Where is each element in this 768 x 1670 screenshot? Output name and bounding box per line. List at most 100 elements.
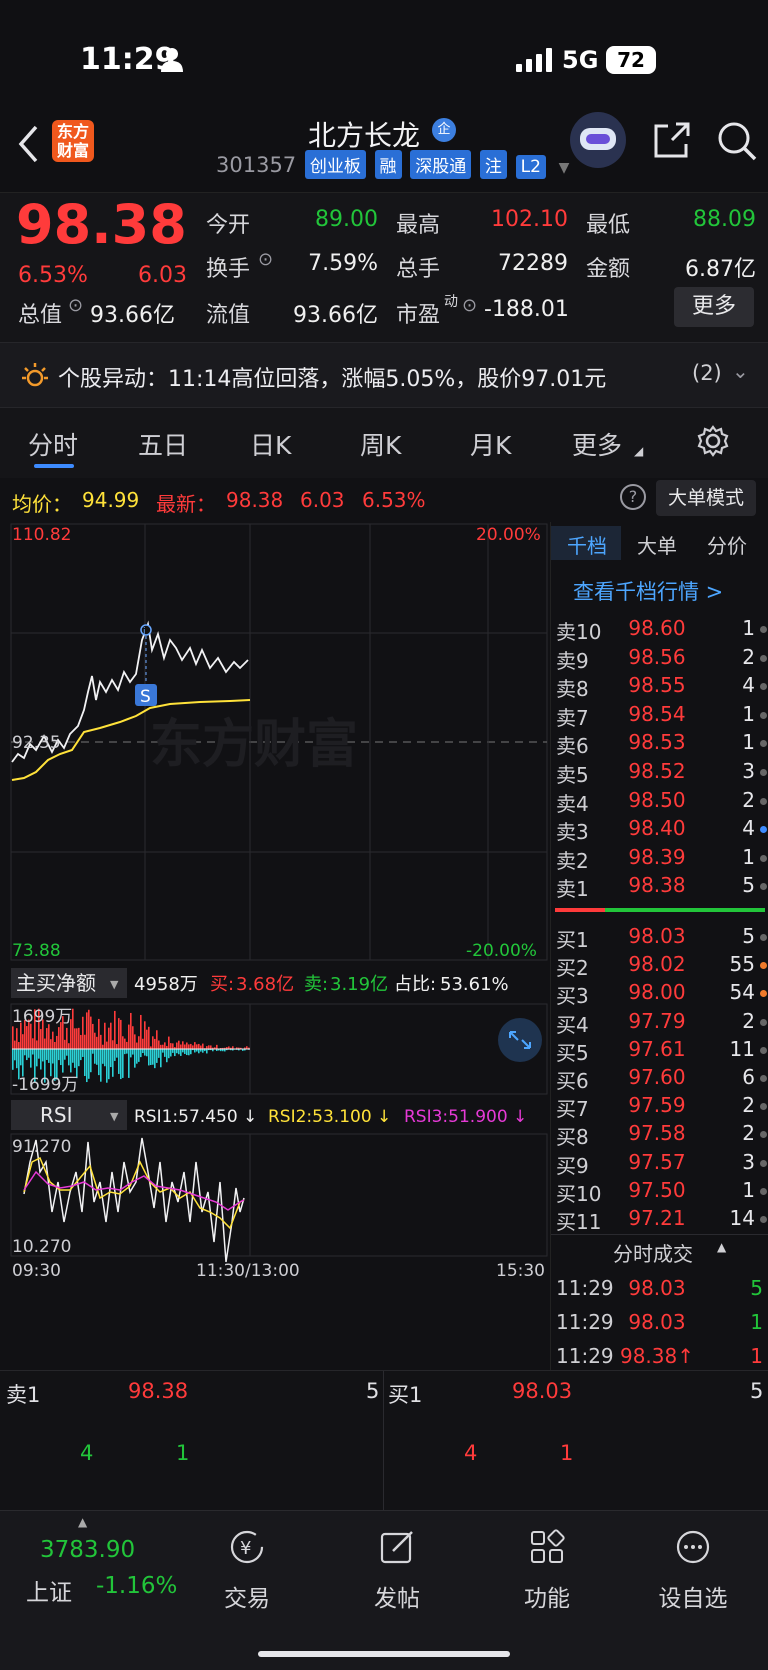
more-button[interactable]: 更多 [674,287,754,327]
flow-bar-up [64,1039,66,1049]
bid-price: 97.58 [628,1121,686,1146]
orderbook-tab-big[interactable]: 大单 [637,530,677,559]
settings-gear-icon[interactable] [696,424,730,458]
search-icon[interactable] [716,120,758,162]
view-depth-link[interactable]: 查看千档行情 > [573,576,723,606]
flow-bar-up [102,1044,104,1049]
pe-info-icon[interactable]: ⊙ [462,295,477,316]
tab-weekly-k[interactable]: 周K [360,426,401,462]
flow-bar-up [146,1029,148,1049]
ask-row[interactable]: 卖6 98.53 1 [551,730,768,758]
bid-dot-icon [760,990,767,998]
ticks-caret-icon[interactable]: ▲ [717,1240,726,1254]
flow-bar-down [122,1049,124,1078]
low-label: 最低 [586,213,631,238]
tab-intraday[interactable]: 分时 [28,426,78,462]
flow-bar-up [16,1028,18,1049]
ask-row[interactable]: 卖4 98.50 2 [551,788,768,816]
bid-row[interactable]: 买6 97.60 6 [551,1065,768,1093]
tab-more[interactable]: 更多 [572,426,622,462]
bid-row[interactable]: 买10 97.50 1 [551,1178,768,1206]
bid-volume: 14 [729,1206,755,1230]
tab-daily-k[interactable]: 日K [250,426,291,462]
bid-price: 98.00 [628,980,686,1005]
change-amount: 6.03 [138,263,187,288]
help-icon[interactable]: ? [620,484,646,510]
bid-row[interactable]: 买1 98.03 5 [551,924,768,952]
intraday-chart-svg[interactable]: 东方财富 i S 110.82 92.35 73.88 20.00% -20.0… [0,522,550,1370]
flow-bar-up [40,1029,42,1049]
nav-trade[interactable]: ¥ 交易 [172,1511,322,1631]
flow-bar-up [160,1044,162,1049]
orderbook-tab-price[interactable]: 分价 [707,530,747,559]
bid-row[interactable]: 买9 97.57 3 [551,1150,768,1178]
flow-bar-down [68,1049,70,1066]
flow-bar-up [96,1036,98,1049]
tags-dropdown-icon[interactable]: ▼ [559,160,570,176]
abnormal-alert-bar[interactable]: 个股异动：11:14高位回落，涨幅5.05%，股价97.01元 (2) ⌄ [0,342,768,408]
mcap-info-icon[interactable]: ⊙ [68,295,83,316]
flow-bar-up [90,1016,92,1049]
flow-bar-up [46,1028,48,1049]
turnover-info-icon[interactable]: ⊙ [258,249,273,270]
flow-bar-up [88,1009,90,1049]
tab-monthly-k[interactable]: 月K [470,426,511,462]
flow-bar-up [164,1042,166,1049]
ask-price: 98.38 [628,873,686,898]
bid-row[interactable]: 买11 97.21 14 [551,1206,768,1234]
tick-price: 98.03 [628,1276,686,1300]
flow-bar-down [22,1049,24,1077]
index-caret-icon: ▲ [78,1515,88,1529]
float-value: 93.66亿 [293,303,378,328]
ask-row[interactable]: 卖7 98.54 1 [551,702,768,730]
latest-change: 6.03 [300,488,345,512]
ask-row[interactable]: 卖1 98.38 5 [551,873,768,901]
tab-5day[interactable]: 五日 [138,426,188,462]
ask-row[interactable]: 卖9 98.56 2 [551,645,768,673]
ask-row[interactable]: 卖10 98.60 1 [551,616,768,644]
ticks-divider [551,1234,768,1235]
flow-bar-up [130,1012,132,1049]
expand-icon[interactable] [498,1018,542,1062]
bid-row[interactable]: 买7 97.59 2 [551,1093,768,1121]
ask-row[interactable]: 卖5 98.52 3 [551,759,768,787]
flow-bar-down [118,1049,120,1074]
bid-row[interactable]: 买5 97.61 11 [551,1037,768,1065]
alert-text: 个股异动：11:14高位回落，涨幅5.05%，股价97.01元 [58,367,607,392]
nav-watchlist[interactable]: 设自选 [618,1511,768,1631]
float-label: 流值 [206,303,251,328]
nav-functions[interactable]: 功能 [472,1511,622,1631]
bid-dot-icon [760,1131,767,1139]
nav-post-label: 发帖 [374,1586,420,1612]
flow-bar-up [158,1040,160,1049]
time-axis-midday: 11:30/13:00 [196,1261,300,1281]
flow-bar-down [20,1049,22,1066]
ask-dot-icon [760,854,767,862]
ask-row[interactable]: 卖8 98.55 4 [551,673,768,701]
orderbook-tab-depth[interactable]: 千档 [567,530,607,559]
ask-row[interactable]: 卖2 98.39 1 [551,845,768,873]
bid-label: 买10 [556,1181,602,1206]
index-value: 3783.90 [40,1537,136,1563]
bid-row[interactable]: 买4 97.79 2 [551,1009,768,1037]
share-icon[interactable] [652,120,692,160]
bid-row[interactable]: 买3 98.00 54 [551,980,768,1008]
flow-bar-down [80,1049,82,1061]
flow-bar-down [182,1049,184,1053]
app-logo[interactable]: 东方 财富 [52,120,94,162]
bid-row[interactable]: 买8 97.58 2 [551,1121,768,1149]
order-book-panel: 千档 大单 分价 查看千档行情 > 卖10 98.60 1 卖9 98.56 2… [550,522,768,1370]
flow-bar-down [164,1049,166,1057]
assistant-robot-icon[interactable] [570,112,626,168]
flow-bar-up [188,1044,190,1049]
back-icon[interactable] [16,124,42,164]
flow-bar-down [78,1049,80,1067]
flow-bar-up [190,1043,192,1049]
index-widget[interactable]: ▲ 3783.90 上证 -1.16% [0,1511,177,1631]
nav-post[interactable]: 发帖 [322,1511,472,1631]
bid-row[interactable]: 买2 98.02 55 [551,952,768,980]
big-order-mode-button[interactable]: 大单模式 [656,480,756,516]
ask-row[interactable]: 卖3 98.40 4 [551,816,768,844]
chevron-down-icon[interactable]: ⌄ [732,359,749,383]
flow-bar-up [134,1034,136,1049]
